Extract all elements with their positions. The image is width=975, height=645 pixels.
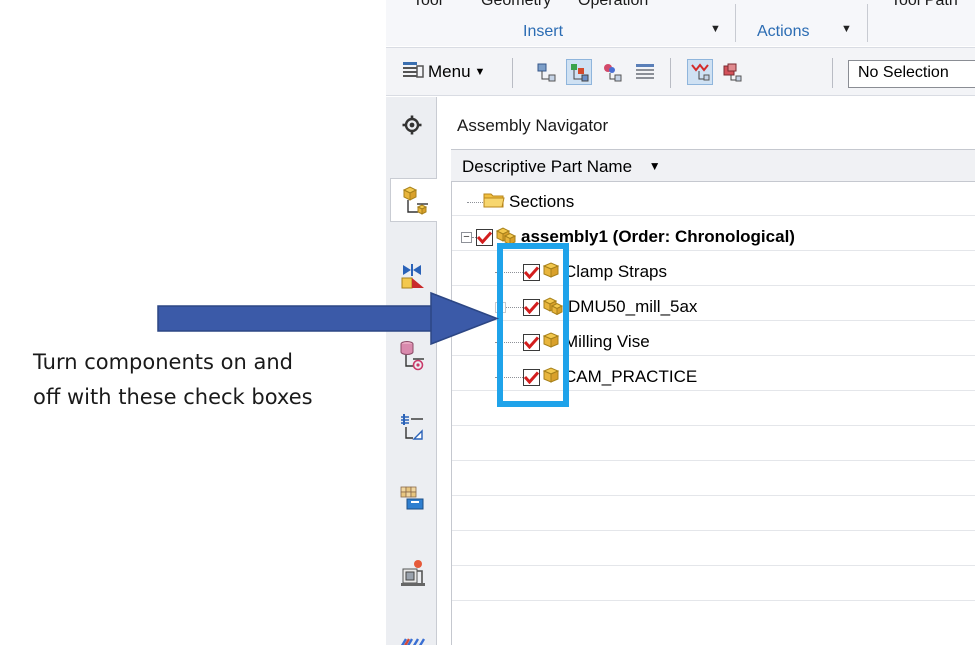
- folder-icon: [483, 191, 505, 214]
- ribbon-operation-label[interactable]: Operation: [578, 0, 648, 10]
- row-divider: [452, 600, 975, 601]
- navigator-title: Assembly Navigator: [457, 116, 609, 135]
- tree-connector: [495, 341, 523, 343]
- tree-connector: [467, 201, 483, 203]
- tree-row-component[interactable]: Milling Vise: [495, 327, 650, 357]
- reuse-library-tab-icon[interactable]: [390, 551, 434, 595]
- part-navigator-tab-icon[interactable]: [390, 333, 434, 377]
- machining-method-view-icon[interactable]: [632, 59, 658, 85]
- ribbon-toolpath-label[interactable]: Tool Path: [891, 0, 958, 10]
- sections-label: Sections: [509, 192, 575, 211]
- machine-tool-navigator-tab-icon[interactable]: [390, 477, 434, 521]
- selection-filter-value: No Selection: [858, 64, 949, 81]
- ribbon-group-insert: Insert: [523, 23, 564, 40]
- assembly-icon: [495, 225, 517, 250]
- tree-row-component[interactable]: Clamp Straps: [495, 257, 667, 287]
- column-header-label: Descriptive Part Name: [462, 157, 633, 176]
- part-icon: [542, 261, 560, 284]
- ribbon-group-actions: Actions: [757, 23, 810, 40]
- root-assembly-label: assembly1 (Order: Chronological): [521, 227, 795, 246]
- component-label: Clamp Straps: [564, 262, 667, 281]
- component-visibility-checkbox[interactable]: [523, 368, 540, 386]
- toolbar-separator: [670, 58, 671, 88]
- actions-dropdown-icon[interactable]: ▼: [841, 23, 852, 35]
- tree-row-root-assembly[interactable]: − assembly1 (Order: Chronological): [461, 222, 795, 252]
- assembly-navigator-panel: Assembly Navigator Descriptive Part Name…: [437, 97, 975, 645]
- checkmark-icon: [524, 335, 539, 349]
- annotation-text: Turn components on and off with these ch…: [33, 350, 313, 409]
- checkmark-icon: [524, 370, 539, 384]
- menu-icon: [402, 60, 424, 85]
- toolbar-separator: [512, 58, 513, 88]
- root-visibility-checkbox[interactable]: [476, 228, 493, 246]
- checkmark-icon: [524, 300, 539, 314]
- ribbon-separator: [735, 4, 736, 42]
- toolbar: Menu ▼ No Selection: [386, 47, 975, 96]
- settings-gear-icon[interactable]: [390, 103, 434, 147]
- checkmark-icon: [477, 230, 492, 244]
- tree-connector: [506, 306, 523, 308]
- tree-row-component[interactable]: CAM_PRACTICE: [495, 362, 697, 392]
- part-icon: [542, 331, 560, 354]
- tree-row-sections[interactable]: Sections: [467, 187, 574, 217]
- column-sort-dropdown-icon[interactable]: ▼: [649, 159, 661, 173]
- subassembly-icon: [542, 295, 564, 320]
- ribbon: Tool Geometry Operation Tool Path Insert…: [386, 0, 975, 46]
- tree-connector: [495, 271, 523, 273]
- selection-filter-dropdown[interactable]: No Selection: [848, 60, 975, 88]
- ribbon-geometry-label[interactable]: Geometry: [481, 0, 551, 10]
- history-tab-icon[interactable]: [390, 615, 434, 645]
- row-divider: [452, 495, 975, 496]
- component-label: Milling Vise: [564, 332, 650, 351]
- row-divider: [452, 565, 975, 566]
- component-label: DMU50_mill_5ax: [568, 297, 698, 316]
- row-divider: [452, 460, 975, 461]
- constraint-navigator-tab-icon[interactable]: [390, 255, 434, 299]
- part-icon: [542, 366, 560, 389]
- component-visibility-checkbox[interactable]: [523, 333, 540, 351]
- row-divider: [452, 530, 975, 531]
- geometry-view-icon[interactable]: [599, 59, 625, 85]
- tree-row-component[interactable]: DMU50_mill_5ax: [495, 292, 697, 322]
- operation-navigator-tab-icon[interactable]: [390, 405, 434, 449]
- expand-toggle-icon[interactable]: [495, 301, 506, 313]
- resource-bar: [386, 97, 438, 645]
- component-visibility-checkbox[interactable]: [523, 298, 540, 316]
- menu-dropdown-icon: ▼: [474, 66, 486, 78]
- assembly-navigator-toggle-icon[interactable]: [687, 59, 713, 85]
- row-divider: [452, 425, 975, 426]
- ribbon-tool-label[interactable]: Tool: [413, 0, 442, 10]
- menu-button[interactable]: Menu ▼: [402, 60, 485, 84]
- assembly-navigator-tab-icon[interactable]: [390, 178, 438, 222]
- feature-view-icon[interactable]: [719, 59, 745, 85]
- component-visibility-checkbox[interactable]: [523, 263, 540, 281]
- collapse-toggle-icon[interactable]: −: [461, 231, 472, 243]
- insert-dropdown-icon[interactable]: ▼: [710, 23, 721, 35]
- toolbar-separator: [832, 58, 833, 88]
- menu-label: Menu: [428, 62, 471, 81]
- ribbon-separator: [867, 4, 868, 42]
- checkmark-icon: [524, 265, 539, 279]
- column-header[interactable]: Descriptive Part Name ▼: [451, 149, 975, 182]
- component-label: CAM_PRACTICE: [564, 367, 698, 386]
- tree-connector: [495, 376, 523, 378]
- machine-tool-view-icon[interactable]: [566, 59, 592, 85]
- program-order-view-icon[interactable]: [533, 59, 559, 85]
